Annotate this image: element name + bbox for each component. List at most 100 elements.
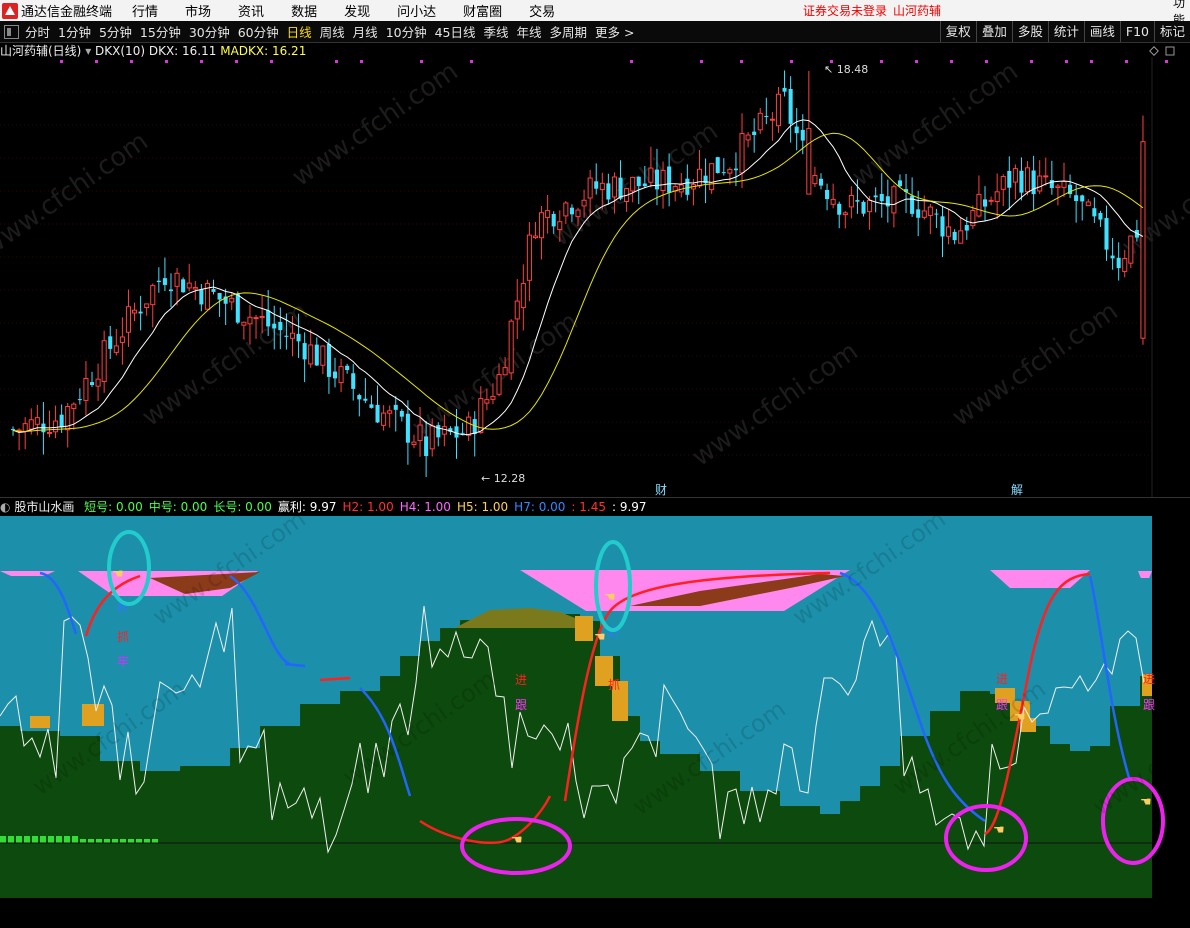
- candle: [174, 267, 180, 306]
- candle: [782, 70, 787, 97]
- candle: [672, 184, 678, 202]
- sub-metric-9: : 9.97: [611, 500, 647, 514]
- period-weekly[interactable]: 周线: [320, 22, 345, 41]
- period-year[interactable]: 年线: [517, 22, 542, 41]
- panel-controls-icon[interactable]: [1148, 45, 1178, 59]
- candle: [715, 156, 720, 174]
- sub-metric-7: H7: 0.00: [514, 500, 566, 514]
- panel-toggle-icon[interactable]: [4, 24, 19, 39]
- candle: [199, 284, 204, 312]
- hand-pointer-icon: ☚: [993, 823, 1005, 838]
- hand-pointer-icon: ☚: [511, 833, 523, 848]
- period-5min[interactable]: 5分钟: [99, 22, 132, 41]
- candle: [891, 184, 897, 228]
- signal-dot: [360, 60, 363, 63]
- menu-item-trade[interactable]: 交易: [529, 1, 555, 20]
- volume-bar: [136, 839, 142, 843]
- chevron-down-icon[interactable]: ▾: [85, 44, 95, 58]
- period-60min[interactable]: 60分钟: [238, 22, 279, 41]
- sub-metric-5: H4: 1.00: [399, 500, 451, 514]
- volume-bar: [56, 836, 62, 843]
- sub-panel-toggle-icon[interactable]: ◐: [0, 500, 10, 514]
- tool-mark[interactable]: 标记: [1153, 21, 1190, 42]
- candle: [752, 118, 757, 153]
- signal-dot: [630, 60, 633, 63]
- signal-dot: [130, 60, 133, 63]
- candle: [721, 158, 726, 176]
- signal-label: 抓: [608, 678, 620, 692]
- candle: [709, 163, 715, 194]
- period-30min[interactable]: 30分钟: [189, 22, 230, 41]
- candle: [332, 357, 338, 388]
- signal-dot: [985, 60, 988, 63]
- period-daily[interactable]: 日线: [287, 22, 312, 41]
- stock-name: 山河药辅: [893, 4, 942, 18]
- candle: [1110, 238, 1115, 270]
- tool-stats[interactable]: 统计: [1047, 21, 1084, 42]
- event-marker-finance[interactable]: 财: [655, 483, 667, 497]
- period-quarter[interactable]: 季线: [484, 22, 509, 41]
- menu-item-quotes[interactable]: 行情: [132, 1, 158, 20]
- tool-draw[interactable]: 画线: [1083, 21, 1120, 42]
- period-1min[interactable]: 1分钟: [58, 22, 91, 41]
- menu-item-ask[interactable]: 问小达: [397, 1, 436, 20]
- candle: [338, 358, 344, 393]
- login-warning[interactable]: 证券交易未登录: [803, 2, 887, 19]
- candle: [1116, 242, 1121, 281]
- gold-block: [30, 716, 50, 728]
- sub-chart-title[interactable]: 股市山水画: [14, 500, 74, 514]
- menu-item-news[interactable]: 资讯: [238, 1, 264, 20]
- sub-metric-0: 短号: 0.00: [84, 500, 143, 514]
- candle: [302, 332, 307, 383]
- tool-multi-stock[interactable]: 多股: [1011, 21, 1048, 42]
- event-marker-unlock[interactable]: 解: [1011, 483, 1023, 497]
- indicator-name[interactable]: DKX(10): [95, 44, 145, 58]
- tool-f10[interactable]: F10: [1119, 21, 1154, 42]
- signal-dot: [700, 60, 703, 63]
- menu-item-market[interactable]: 市场: [185, 1, 211, 20]
- app-logo-icon: [2, 2, 18, 19]
- sub-chart-header: ◐ 股市山水画 短号: 0.00 中号: 0.00 长号: 0.00 赢利: 9.97…: [0, 497, 1190, 516]
- period-45day[interactable]: 45日线: [435, 22, 476, 41]
- period-monthly[interactable]: 月线: [353, 22, 378, 41]
- landscape-indicator-chart[interactable]: 好抓牢进跟好抓 进跟进跟☚☚☚☚☚☚☚www.cfchi.com www.cfchi…: [0, 516, 1190, 928]
- volume-bar: [88, 839, 94, 843]
- menu-item-discover[interactable]: 发现: [344, 1, 370, 20]
- signal-label: 进: [515, 673, 527, 687]
- candle: [897, 174, 903, 188]
- sub-metric-4: H2: 1.00: [342, 500, 394, 514]
- volume-bar: [8, 836, 14, 843]
- period-more[interactable]: 更多 >: [595, 22, 634, 41]
- period-10min[interactable]: 10分钟: [386, 22, 427, 41]
- candle: [138, 295, 143, 331]
- tool-overlay[interactable]: 叠加: [975, 21, 1012, 42]
- volume-bar: [144, 839, 150, 843]
- hand-pointer-icon: ☚: [604, 590, 616, 605]
- candle: [223, 288, 228, 326]
- candle: [842, 211, 848, 229]
- menu-item-wealth[interactable]: 财富圈: [463, 1, 502, 20]
- menu-item-data[interactable]: 数据: [291, 1, 317, 20]
- candle: [678, 173, 684, 198]
- right-toolbar: 复权 叠加 多股 统计 画线 F10 标记: [939, 21, 1190, 42]
- candle: [168, 273, 174, 308]
- candle: [1092, 197, 1097, 224]
- period-intraday[interactable]: 分时: [25, 22, 50, 41]
- candle: [934, 208, 939, 229]
- signal-dot: [60, 60, 63, 63]
- tool-adjust[interactable]: 复权: [939, 21, 976, 42]
- signal-label: 跟: [1143, 698, 1155, 712]
- candle: [387, 405, 393, 428]
- candlestick-chart[interactable]: www.cfchi.com www.cfchi.com www.cfchi.com w…: [0, 57, 1190, 497]
- candle: [818, 173, 824, 190]
- svg-text:www.cfchi.com: www.cfchi.com: [847, 57, 1024, 193]
- svg-text:www.cfchi.com: www.cfchi.com: [287, 57, 464, 193]
- period-15min[interactable]: 15分钟: [140, 22, 181, 41]
- candle: [1012, 164, 1018, 200]
- candle: [22, 417, 28, 450]
- candle: [460, 422, 465, 436]
- candle: [363, 378, 368, 404]
- candle: [885, 179, 890, 223]
- period-multi[interactable]: 多周期: [550, 22, 588, 41]
- candle: [988, 196, 994, 206]
